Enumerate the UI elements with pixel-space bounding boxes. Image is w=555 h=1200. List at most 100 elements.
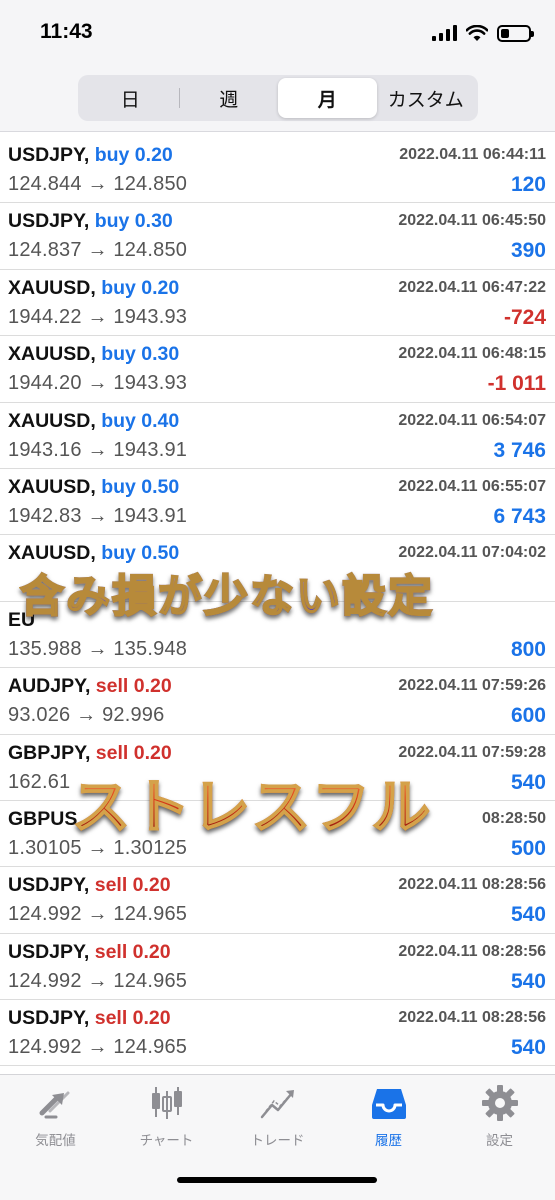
trade-open-close-prices: 1944.20 → 1943.93 bbox=[8, 372, 188, 395]
status-bar: 11:43 bbox=[0, 0, 555, 66]
trade-row[interactable]: XAUUSD, buy 0.50 2022.04.11 06:55:07 1942.… bbox=[0, 468, 555, 536]
trade-symbol: XAUUSD, buy 0.40 bbox=[8, 410, 179, 433]
trade-close-time: 2022.04.11 06:44:11 bbox=[399, 146, 546, 163]
trade-profit: 540 bbox=[510, 770, 546, 794]
trade-symbol: USDJPY, buy 0.30 bbox=[8, 210, 173, 233]
battery-fill bbox=[501, 28, 509, 38]
trade-symbol: USDJPY, sell 0.20 bbox=[8, 874, 171, 897]
trade-open-close-prices: 124.837 → 124.850 bbox=[8, 239, 188, 262]
trade-symbol-text: USDJPY, bbox=[8, 940, 90, 963]
trade-icon bbox=[260, 1090, 294, 1119]
trade-symbol: EU bbox=[8, 609, 35, 632]
status-time: 11:43 bbox=[40, 20, 93, 43]
trade-profit: 500 bbox=[510, 836, 546, 860]
segment-day[interactable]: 日 bbox=[81, 78, 180, 118]
tab-trade-label: トレード bbox=[250, 1133, 305, 1148]
trade-direction-volume: buy 0.20 bbox=[101, 276, 180, 299]
trade-close-time: 2022.04.11 08:28:56 bbox=[398, 876, 546, 894]
trade-direction-volume: buy 0.50 bbox=[101, 475, 180, 498]
trade-direction-volume: buy 0.40 bbox=[101, 409, 180, 432]
trade-close-time: 2022.04.11 06:45:50 bbox=[398, 212, 546, 230]
trade-symbol: USDJPY, sell 0.20 bbox=[8, 1007, 171, 1030]
trade-direction-volume: sell 0.20 bbox=[95, 741, 172, 764]
trade-row[interactable]: XAUUSD, buy 0.40 2022.04.11 06:54:07 1943.… bbox=[0, 402, 555, 469]
trade-symbol: XAUUSD, buy 0.50 bbox=[8, 476, 179, 499]
trade-symbol: GBPUS bbox=[8, 808, 77, 831]
tab-settings-label: 設定 bbox=[486, 1133, 513, 1148]
trade-profit: 540 bbox=[510, 1036, 546, 1060]
trade-row[interactable]: USDJPY, sell 0.20 2022.04.11 08:28:56 124.… bbox=[0, 867, 555, 934]
segment-week[interactable]: 週 bbox=[180, 78, 279, 118]
history-icon bbox=[371, 1089, 406, 1119]
settings-icon bbox=[481, 1085, 518, 1121]
segment-month[interactable]: 月 bbox=[278, 78, 377, 118]
trade-row[interactable]: XAUUSD, buy 0.20 2022.04.11 06:47:22 1944.… bbox=[0, 269, 555, 337]
trade-profit: 120 bbox=[510, 173, 546, 196]
trade-profit: -724 bbox=[503, 305, 546, 329]
home-indicator bbox=[177, 1177, 377, 1183]
trade-direction-volume: buy 0.30 bbox=[101, 343, 180, 366]
trade-symbol-text: GBPJPY, bbox=[8, 741, 91, 764]
trade-row[interactable]: USDJPY, sell 0.20 2022.04.11 08:28:56 124.… bbox=[0, 1000, 555, 1067]
trade-row[interactable]: USDJPY, sell 0.20 2022.04.11 08:28:56 124.… bbox=[0, 933, 555, 1001]
cellular-signal-icon bbox=[432, 25, 457, 41]
trade-symbol-text: USDJPY, bbox=[8, 210, 90, 233]
quotes-icon bbox=[39, 1091, 69, 1119]
trade-symbol-text: EU bbox=[8, 608, 36, 631]
trade-profit: 600 bbox=[510, 704, 546, 728]
trade-symbol-text: GBPUS bbox=[8, 807, 78, 830]
trade-profit: 540 bbox=[510, 903, 546, 927]
tab-chart-label: チャート bbox=[139, 1133, 194, 1148]
trade-symbol: GBPJPY, sell 0.20 bbox=[8, 742, 172, 765]
trade-direction-volume: buy 0.50 bbox=[101, 542, 180, 565]
battery-icon bbox=[497, 24, 534, 42]
trade-symbol: XAUUSD, buy 0.20 bbox=[8, 277, 179, 300]
trade-profit: 6 743 bbox=[493, 504, 546, 528]
trade-history-list: USDJPY, buy 0.20 2022.04.11 06:44:11 124.8… bbox=[0, 137, 555, 1072]
trade-close-time: 2022.04.11 06:54:07 bbox=[398, 411, 546, 429]
trade-row[interactable]: GBPUS 08:28:50 1.30105 → 1.30125 500 bbox=[0, 800, 555, 868]
trade-symbol: AUDJPY, sell 0.20 bbox=[8, 675, 172, 698]
trade-symbol-text: USDJPY, bbox=[8, 144, 90, 166]
trade-open-close-prices: 162.61 bbox=[8, 770, 71, 793]
tab-settings[interactable]: 設定 bbox=[444, 1083, 555, 1149]
trade-close-time: 2022.04.11 07:59:26 bbox=[398, 677, 546, 695]
trade-symbol-text: XAUUSD, bbox=[8, 542, 96, 565]
trade-row[interactable]: GBPJPY, sell 0.20 2022.04.11 07:59:28 162.… bbox=[0, 734, 555, 801]
trade-close-time: 2022.04.11 06:48:15 bbox=[398, 345, 546, 363]
trade-open-close-prices: 124.844 → 124.850 bbox=[8, 173, 188, 195]
trade-open-close-prices: 124.992 → 124.965 bbox=[8, 969, 188, 992]
trade-close-time: 2022.04.11 06:47:22 bbox=[398, 278, 546, 296]
tab-quotes[interactable]: 気配値 bbox=[0, 1083, 111, 1149]
trade-profit: 390 bbox=[510, 239, 546, 263]
segment-custom[interactable]: カスタム bbox=[377, 78, 476, 118]
tab-history[interactable]: 履歴 bbox=[333, 1083, 444, 1149]
tab-trade[interactable]: トレード bbox=[222, 1083, 333, 1149]
trade-row[interactable]: XAUUSD, buy 0.30 2022.04.11 06:48:15 1944.… bbox=[0, 336, 555, 403]
trade-symbol: XAUUSD, buy 0.30 bbox=[8, 343, 179, 366]
trade-close-time: 2022.04.11 08:28:56 bbox=[398, 942, 546, 960]
trade-symbol-text: USDJPY, bbox=[8, 874, 90, 897]
trade-symbol: USDJPY, sell 0.20 bbox=[8, 941, 171, 964]
wifi-icon bbox=[466, 24, 488, 41]
trade-open-close-prices: 135.988 → 135.948 bbox=[8, 637, 188, 660]
tab-chart[interactable]: チャート bbox=[111, 1083, 222, 1149]
tab-quotes-label: 気配値 bbox=[35, 1133, 76, 1148]
trade-row[interactable]: USDJPY, buy 0.30 2022.04.11 06:45:50 124.8… bbox=[0, 203, 555, 270]
trade-row[interactable]: XAUUSD, buy 0.50 2022.04.11 07:04:02 bbox=[0, 535, 555, 602]
trade-direction-volume: buy 0.20 bbox=[94, 144, 173, 166]
trade-open-close-prices: 1943.16 → 1943.91 bbox=[8, 438, 188, 461]
trade-close-time: 2022.04.11 06:55:07 bbox=[398, 477, 546, 495]
trade-close-time: 08:28:50 bbox=[481, 809, 546, 827]
trade-row[interactable]: USDJPY, buy 0.20 2022.04.11 06:44:11 124.8… bbox=[0, 137, 555, 204]
trade-row[interactable]: AUDJPY, sell 0.20 2022.04.11 07:59:26 93.0… bbox=[0, 668, 555, 735]
trade-symbol-text: XAUUSD, bbox=[8, 409, 96, 432]
trade-profit: 800 bbox=[510, 637, 546, 661]
trade-symbol-text: USDJPY, bbox=[8, 1007, 90, 1030]
trade-open-close-prices: 1944.22 → 1943.93 bbox=[8, 305, 188, 328]
trade-symbol: XAUUSD, buy 0.50 bbox=[8, 542, 179, 565]
trade-symbol-text: XAUUSD, bbox=[8, 343, 96, 366]
status-icons bbox=[432, 22, 534, 44]
trade-open-close-prices: 1942.83 → 1943.91 bbox=[8, 504, 188, 527]
trade-row[interactable]: EU 135.988 → 135.948 800 bbox=[0, 601, 555, 669]
